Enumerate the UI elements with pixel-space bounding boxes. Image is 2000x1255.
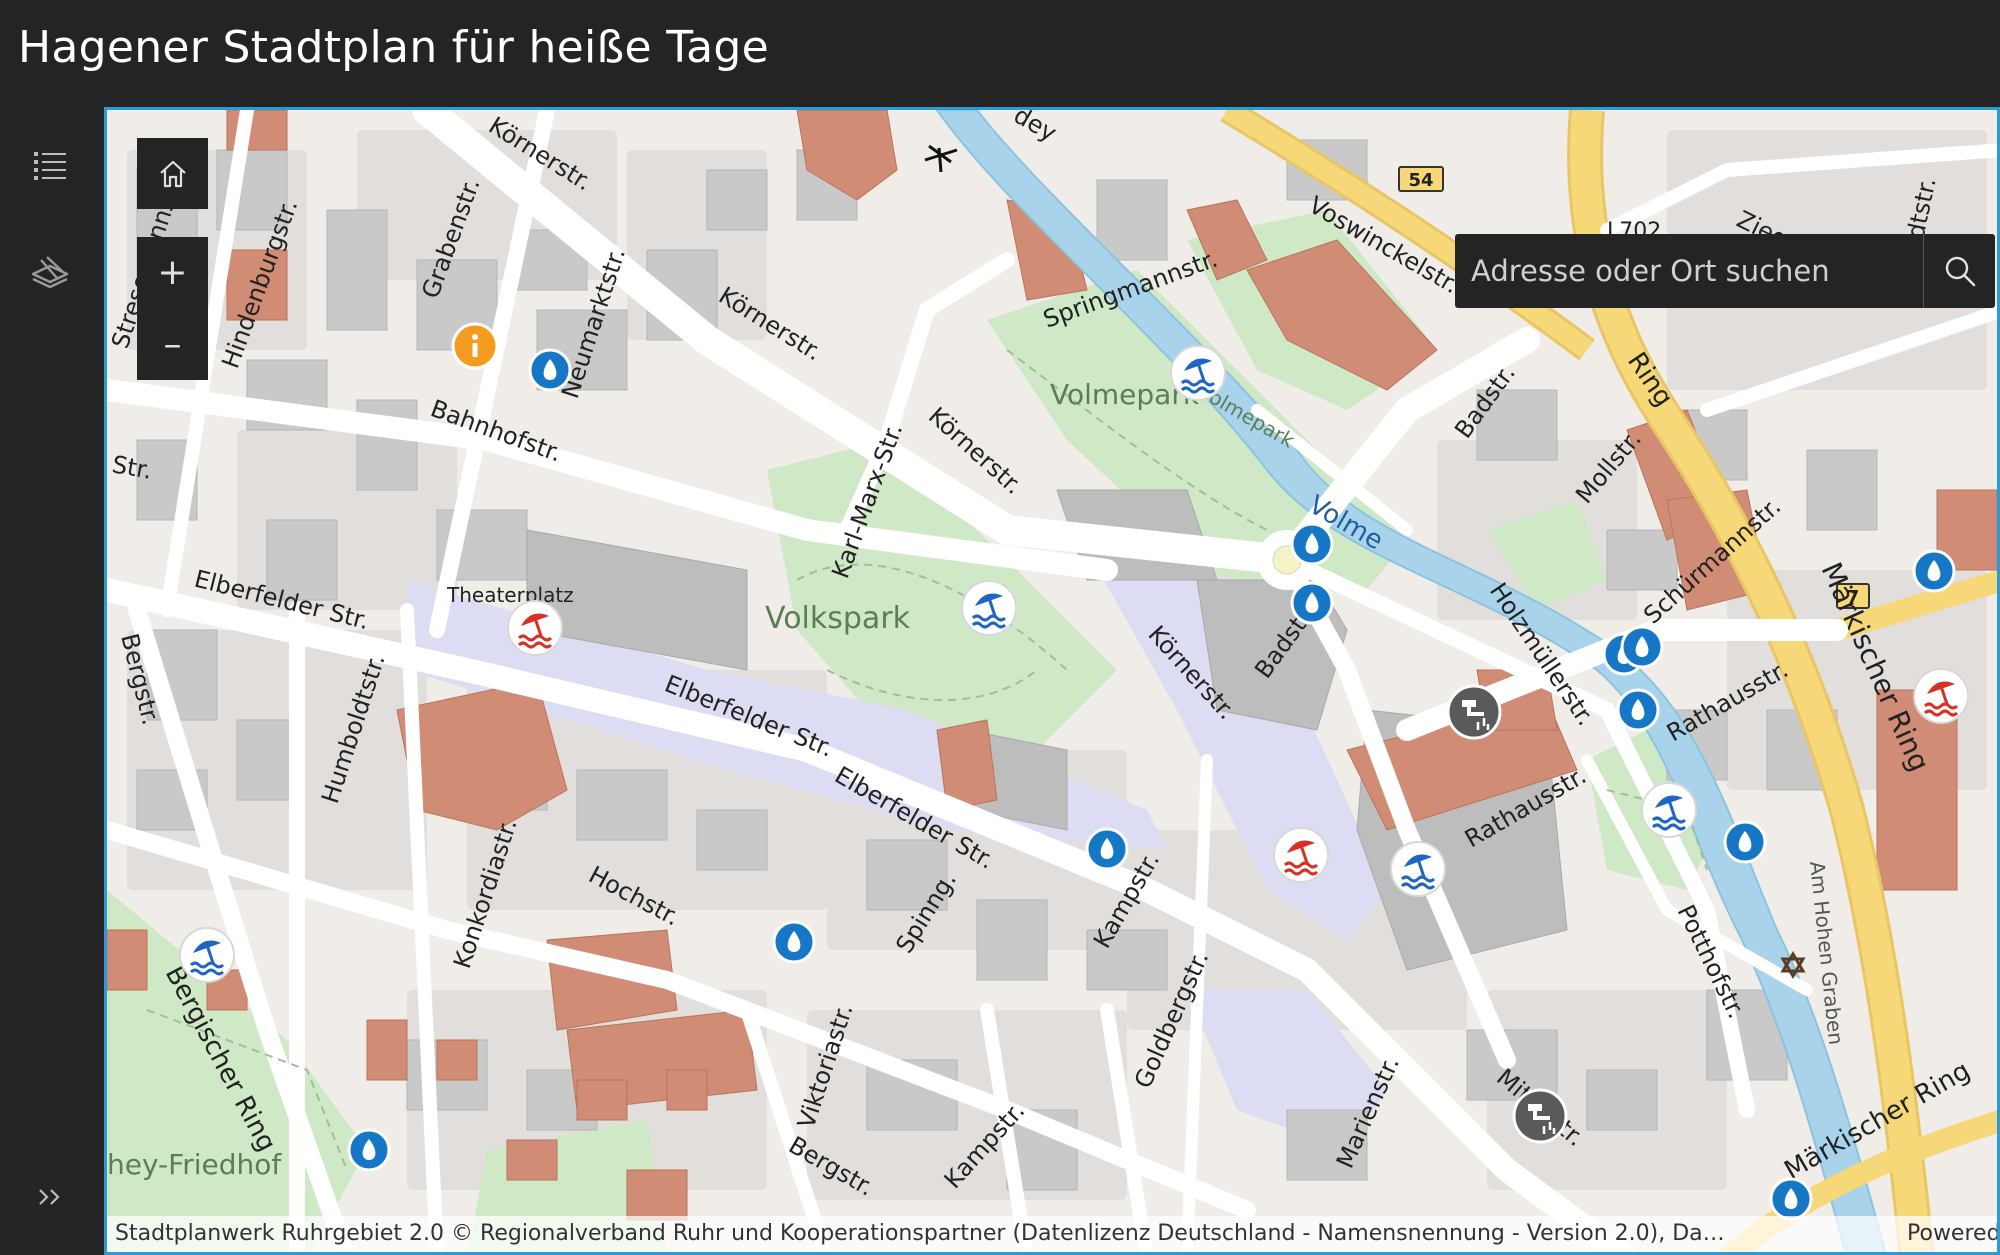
legend-list-icon: [34, 152, 66, 180]
app-header: Hagener Stadtplan für heiße Tage: [0, 0, 2000, 107]
sidebar: [0, 107, 105, 1255]
home-icon: [159, 160, 186, 187]
map-marker-water[interactable]: [1723, 820, 1767, 864]
map-marker-bathing[interactable]: [961, 580, 1017, 636]
map-marker-bathing[interactable]: [179, 927, 235, 983]
map-marker-fountain[interactable]: [1446, 684, 1502, 740]
map-marker-water[interactable]: [1290, 522, 1334, 566]
road-shield: 54: [1398, 166, 1444, 192]
app-title: Hagener Stadtplan für heiße Tage: [18, 22, 769, 73]
zoom-in-button[interactable]: +: [137, 237, 208, 309]
attribution-bar: Stadtplanwerk Ruhrgebiet 2.0 © Regionalv…: [107, 1216, 1997, 1252]
map-marker-water[interactable]: [772, 920, 816, 964]
map-marker-shade[interactable]: [1273, 827, 1329, 883]
search-input[interactable]: [1455, 234, 1923, 308]
road-shield-label: 54: [1408, 170, 1433, 191]
map-marker-water[interactable]: [1616, 688, 1660, 732]
map-view[interactable]: 54 7 L702 Körnerstr. Körnerstr. Körnerst…: [104, 107, 2000, 1255]
info-icon: [472, 334, 478, 357]
map-marker-water[interactable]: [1912, 549, 1956, 593]
map-marker-water[interactable]: [528, 348, 572, 392]
attribution-text: Stadtplanwerk Ruhrgebiet 2.0 © Regionalv…: [115, 1221, 1725, 1246]
search-button[interactable]: [1925, 234, 1995, 308]
park-label: hey-Friedhof: [107, 1148, 282, 1181]
map-marker-water[interactable]: [1085, 827, 1129, 871]
map-marker-water[interactable]: [1769, 1177, 1813, 1221]
map-marker-water[interactable]: [347, 1128, 391, 1172]
expand-sidebar-button[interactable]: [22, 1169, 78, 1225]
map-marker-info[interactable]: [451, 322, 499, 370]
expand-icon: [39, 1189, 60, 1205]
search-icon: [1945, 256, 1976, 287]
zoom-out-button[interactable]: –: [137, 308, 208, 380]
search-separator: [1923, 234, 1924, 308]
map-marker-bathing[interactable]: [1641, 782, 1697, 838]
home-button[interactable]: [137, 138, 208, 209]
search-widget: [1455, 234, 1995, 308]
map-marker-water[interactable]: [1620, 625, 1664, 669]
map-marker-fountain[interactable]: [1512, 1088, 1568, 1144]
park-label: Volkspark: [765, 601, 911, 636]
layers-button[interactable]: [22, 245, 78, 301]
map-marker-water[interactable]: [1290, 581, 1334, 625]
map-marker-bathing[interactable]: [1390, 841, 1446, 897]
legend-button[interactable]: [22, 138, 78, 194]
map-marker-shade[interactable]: [1913, 668, 1969, 724]
powered-by-link[interactable]: Powered: [1907, 1216, 1997, 1252]
layers-icon: [31, 256, 69, 289]
map-marker-bathing[interactable]: [1170, 345, 1226, 401]
map-marker-shade[interactable]: [507, 600, 563, 656]
street-label: Theaterplatz: [446, 583, 574, 607]
